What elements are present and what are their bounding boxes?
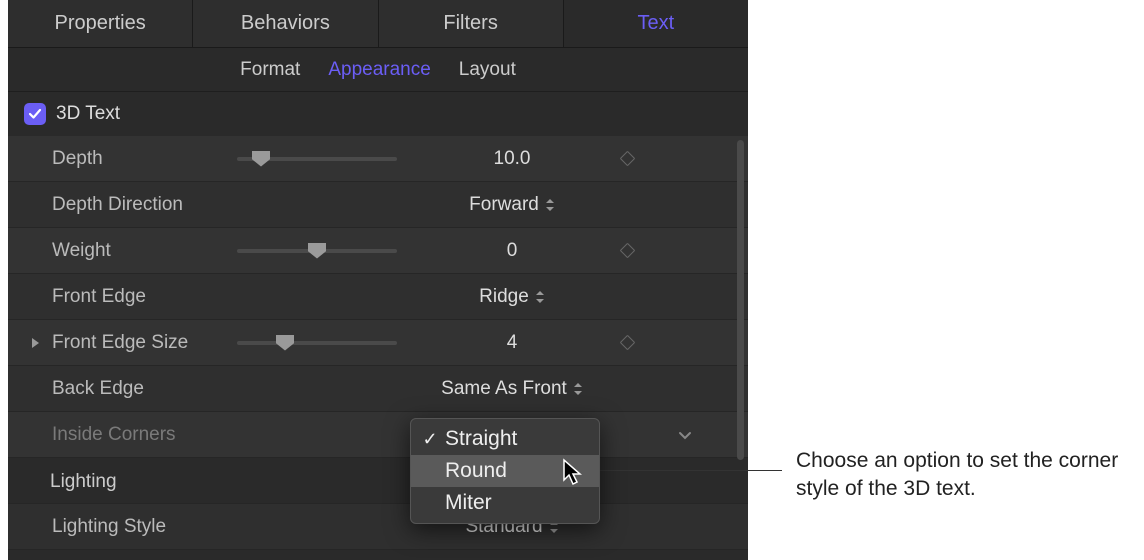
popup-arrows-icon [535,290,545,304]
value-weight[interactable]: 0 [427,240,597,262]
label-front-edge-size: Front Edge Size [52,332,237,354]
row-lighting-style: Lighting Style Standard [8,504,748,550]
value-front-edge-size[interactable]: 4 [427,332,597,354]
keyframe-icon[interactable] [619,243,635,259]
popup-depth-direction[interactable]: Forward [469,194,555,216]
subtab-format[interactable]: Format [240,59,300,81]
callout-leader-line [584,470,782,471]
keyframe-icon[interactable] [619,335,635,351]
disclosure-front-edge-size[interactable] [30,337,52,349]
popup-option-label: Straight [445,427,517,451]
slider-depth[interactable] [237,157,397,161]
row-weight: Weight 0 [8,228,748,274]
slider-thumb-weight[interactable] [308,243,326,259]
vertical-scrollbar[interactable] [737,140,744,460]
value-back-edge: Same As Front [441,378,567,400]
label-depth: Depth [52,148,237,170]
tab-text[interactable]: Text [564,0,748,47]
tab-properties[interactable]: Properties [8,0,193,47]
popup-option-label: Miter [445,491,492,515]
section-title-3d-text: 3D Text [56,103,120,125]
callout-text: Choose an option to set the corner style… [796,447,1136,504]
row-front-edge-size: Front Edge Size 4 [8,320,748,366]
section-header-3d-text: 3D Text [8,92,748,136]
keyframe-icon[interactable] [619,151,635,167]
row-depth: Depth 10.0 [8,136,748,182]
row-depth-direction: Depth Direction Forward [8,182,748,228]
popup-option-label: Round [445,459,507,483]
popup-option-miter[interactable]: Miter [411,487,599,519]
sub-tab-bar: Format Appearance Layout [8,48,748,92]
tab-behaviors[interactable]: Behaviors [193,0,378,47]
label-lighting-style: Lighting Style [52,516,237,538]
popup-front-edge[interactable]: Ridge [479,286,545,308]
checkmark-icon [28,107,42,121]
popup-arrows-icon [545,198,555,212]
subtab-layout[interactable]: Layout [459,59,516,81]
label-inside-corners: Inside Corners [52,424,237,446]
tab-filters[interactable]: Filters [379,0,564,47]
parameter-rows: Depth 10.0 Depth Direction Forward [8,136,748,458]
main-tab-bar: Properties Behaviors Filters Text [8,0,748,48]
slider-thumb-depth[interactable] [252,151,270,167]
label-front-edge: Front Edge [52,286,237,308]
group-lighting: Lighting [8,460,748,504]
group-title-lighting: Lighting [50,471,117,493]
checkmark-icon: ✓ [421,429,439,450]
slider-thumb-front-edge-size[interactable] [276,335,294,351]
row-front-edge: Front Edge Ridge [8,274,748,320]
label-back-edge: Back Edge [52,378,237,400]
slider-weight[interactable] [237,249,397,253]
cursor-icon [562,458,584,491]
value-depth[interactable]: 10.0 [427,148,597,170]
popup-back-edge[interactable]: Same As Front [441,378,583,400]
subtab-appearance[interactable]: Appearance [328,59,430,81]
checkbox-3d-text[interactable] [24,103,46,125]
row-inside-corners: Inside Corners [8,412,748,458]
popup-arrows-icon [573,382,583,396]
slider-front-edge-size[interactable] [237,341,397,345]
value-depth-direction: Forward [469,194,539,216]
label-weight: Weight [52,240,237,262]
popup-option-straight[interactable]: ✓ Straight [411,423,599,455]
row-back-edge: Back Edge Same As Front [8,366,748,412]
value-front-edge: Ridge [479,286,529,308]
label-depth-direction: Depth Direction [52,194,237,216]
inspector-panel: Properties Behaviors Filters Text Format… [8,0,748,560]
chevron-down-icon[interactable] [677,427,693,443]
